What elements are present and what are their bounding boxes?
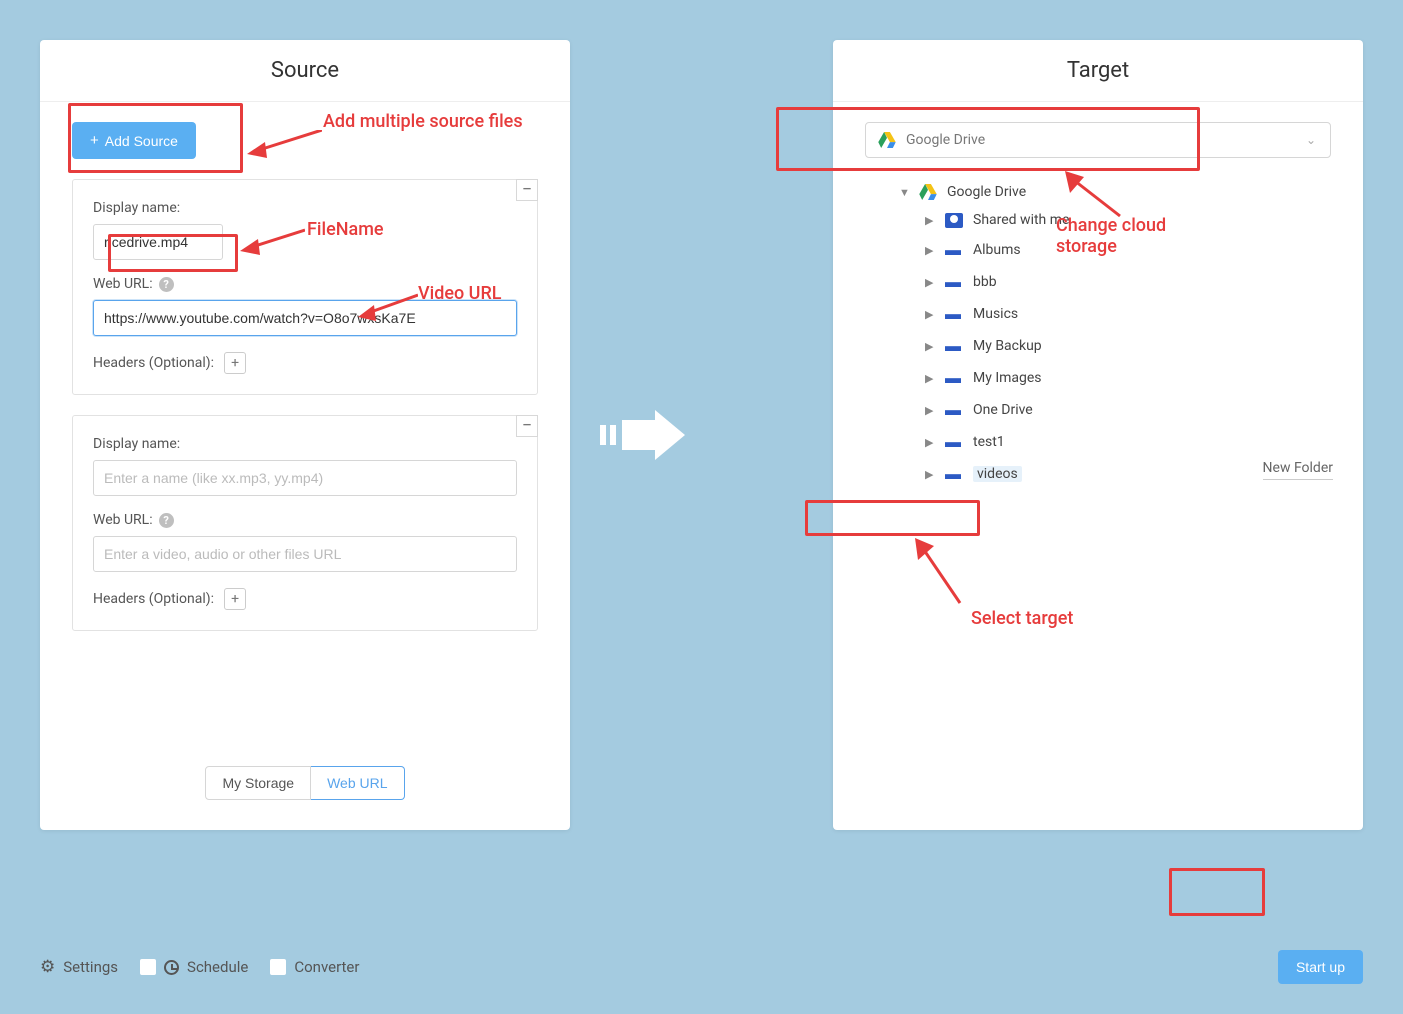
cloud-storage-select[interactable]: Google Drive ⌄ <box>865 122 1331 158</box>
caret-right-icon: ▶ <box>925 276 935 289</box>
tree-item[interactable]: ▶ ▬ Albums <box>921 234 1331 266</box>
add-header-button[interactable]: + <box>224 588 246 610</box>
tree-children: ▶ Shared with me ▶ ▬ Albums ▶ ▬ bbb ▶ ▬ <box>921 206 1331 490</box>
folder-icon: ▬ <box>945 304 963 324</box>
folder-icon: ▬ <box>945 432 963 452</box>
tab-web-url[interactable]: Web URL <box>311 766 404 800</box>
target-title: Target <box>833 40 1363 102</box>
plus-icon: + <box>90 132 99 149</box>
annotation-box <box>1169 868 1265 916</box>
caret-right-icon: ▶ <box>925 340 935 353</box>
bottom-left: ⚙ Settings Schedule Converter <box>40 957 359 977</box>
folder-icon: ▬ <box>945 464 963 484</box>
source-block: − Display name: Web URL: ? Headers (Opti… <box>72 415 538 631</box>
display-name-label: Display name: <box>93 436 517 452</box>
target-panel: Target Google Drive ⌄ ▼ Google Drive <box>833 40 1363 830</box>
caret-right-icon: ▶ <box>925 468 935 481</box>
gear-icon: ⚙ <box>40 957 55 977</box>
help-icon[interactable]: ? <box>159 513 174 528</box>
bottom-bar: ⚙ Settings Schedule Converter Start up <box>40 950 1363 984</box>
new-folder-button[interactable]: New Folder <box>1263 460 1333 480</box>
source-tabs: My Storage Web URL <box>40 766 570 800</box>
add-source-label: Add Source <box>105 133 178 149</box>
clock-icon <box>164 960 179 975</box>
tree-item[interactable]: ▶ ▬ Musics <box>921 298 1331 330</box>
tree-item[interactable]: ▶ ▬ My Images <box>921 362 1331 394</box>
add-source-button[interactable]: + Add Source <box>72 122 196 159</box>
transfer-arrow-icon <box>600 410 690 460</box>
source-block: − Display name: Web URL: ? Headers (Opti… <box>72 179 538 395</box>
source-panel: Source + Add Source − Display name: Web … <box>40 40 570 830</box>
folder-icon: ▬ <box>945 240 963 260</box>
tree-item-shared[interactable]: ▶ Shared with me <box>921 206 1331 234</box>
tree-root-label: Google Drive <box>947 184 1026 200</box>
headers-row: Headers (Optional): + <box>93 588 517 610</box>
folder-icon: ▬ <box>945 368 963 388</box>
tree-item[interactable]: ▶ ▬ bbb <box>921 266 1331 298</box>
tree-root[interactable]: ▼ Google Drive <box>895 178 1331 206</box>
display-name-input[interactable] <box>93 224 223 260</box>
tree-item[interactable]: ▶ ▬ One Drive <box>921 394 1331 426</box>
collapse-button[interactable]: − <box>516 415 538 437</box>
google-drive-icon <box>878 132 896 148</box>
folder-icon: ▬ <box>945 336 963 356</box>
caret-right-icon: ▶ <box>925 436 935 449</box>
display-name-input[interactable] <box>93 460 517 496</box>
headers-row: Headers (Optional): + <box>93 352 517 374</box>
add-header-button[interactable]: + <box>224 352 246 374</box>
shared-folder-icon <box>945 213 963 228</box>
source-body: + Add Source − Display name: Web URL: ? … <box>40 102 570 651</box>
display-name-label: Display name: <box>93 200 517 216</box>
cloud-storage-label: Google Drive <box>906 132 985 148</box>
help-icon[interactable]: ? <box>159 277 174 292</box>
caret-right-icon: ▶ <box>925 308 935 321</box>
web-url-label: Web URL: ? <box>93 276 517 292</box>
checkbox-icon <box>140 959 156 975</box>
target-body: Google Drive ⌄ ▼ Google Drive ▶ Shared w… <box>833 102 1363 510</box>
folder-tree: ▼ Google Drive ▶ Shared with me ▶ ▬ Alb <box>895 178 1331 490</box>
settings-button[interactable]: ⚙ Settings <box>40 957 118 977</box>
caret-right-icon: ▶ <box>925 372 935 385</box>
start-button[interactable]: Start up <box>1278 950 1363 984</box>
tree-item[interactable]: ▶ ▬ My Backup <box>921 330 1331 362</box>
tree-item[interactable]: ▶ ▬ test1 <box>921 426 1331 458</box>
web-url-label: Web URL: ? <box>93 512 517 528</box>
caret-down-icon: ▼ <box>899 186 909 199</box>
chevron-down-icon: ⌄ <box>1306 133 1316 147</box>
folder-icon: ▬ <box>945 272 963 292</box>
checkbox-icon <box>270 959 286 975</box>
caret-right-icon: ▶ <box>925 404 935 417</box>
collapse-button[interactable]: − <box>516 179 538 201</box>
web-url-input[interactable] <box>93 536 517 572</box>
schedule-toggle[interactable]: Schedule <box>140 958 248 976</box>
caret-right-icon: ▶ <box>925 244 935 257</box>
source-title: Source <box>40 40 570 102</box>
converter-toggle[interactable]: Converter <box>270 958 359 976</box>
folder-icon: ▬ <box>945 400 963 420</box>
caret-right-icon: ▶ <box>925 214 935 227</box>
google-drive-icon <box>919 184 937 200</box>
web-url-input[interactable] <box>93 300 517 336</box>
tab-my-storage[interactable]: My Storage <box>205 766 311 800</box>
